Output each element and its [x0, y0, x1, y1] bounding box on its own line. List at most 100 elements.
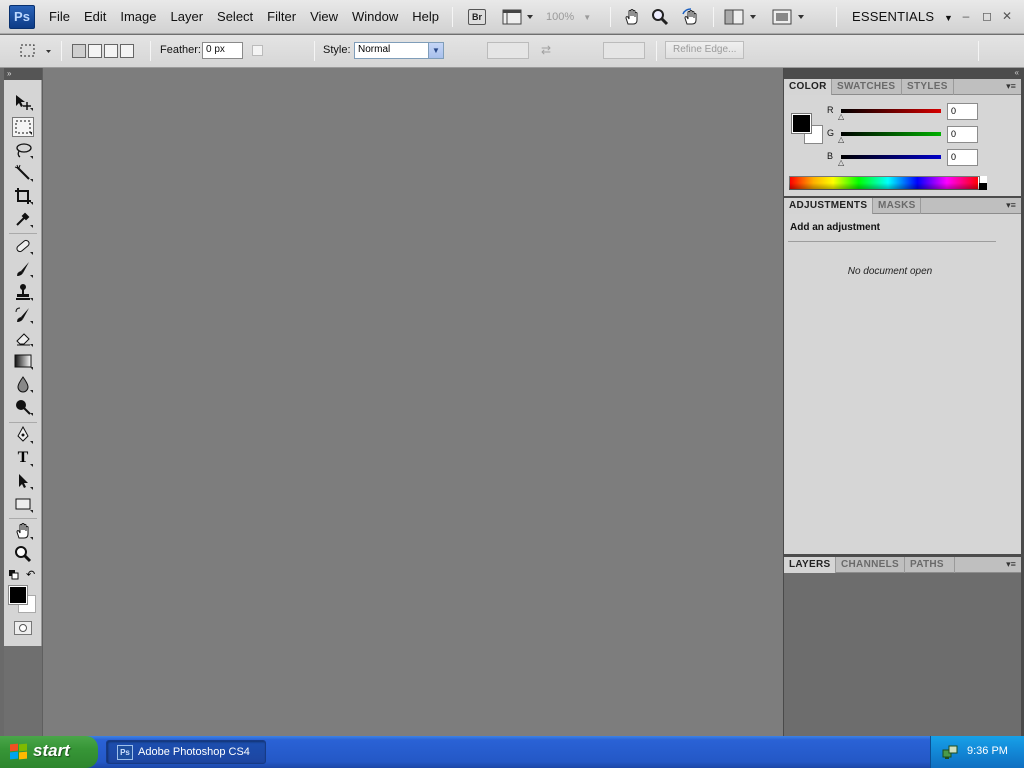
- slider-thumb-icon[interactable]: △: [838, 158, 844, 167]
- arrange-documents-button[interactable]: [724, 7, 760, 27]
- zoom-tool[interactable]: [12, 544, 34, 564]
- panel-dock-header[interactable]: «: [784, 68, 1024, 79]
- refine-edge-button[interactable]: Refine Edge...: [665, 41, 745, 59]
- menu-layer[interactable]: Layer: [164, 6, 211, 28]
- eraser-tool[interactable]: [12, 328, 34, 348]
- document-canvas-area[interactable]: [42, 68, 783, 736]
- blue-channel-input[interactable]: 0: [947, 149, 978, 166]
- tab-layers[interactable]: LAYERS: [784, 557, 836, 573]
- green-channel-input[interactable]: 0: [947, 126, 978, 143]
- default-colors-icon[interactable]: [9, 570, 19, 580]
- add-to-selection-icon[interactable]: [88, 44, 102, 58]
- crop-tool[interactable]: [12, 186, 34, 206]
- style-select[interactable]: Normal ▼: [354, 42, 444, 59]
- history-brush-tool[interactable]: [12, 305, 34, 325]
- restore-button[interactable]: ◻: [980, 9, 994, 23]
- slider-thumb-icon[interactable]: △: [838, 135, 844, 144]
- menu-window[interactable]: Window: [345, 6, 405, 28]
- marquee-preset-icon: [20, 44, 51, 57]
- menu-select[interactable]: Select: [210, 6, 260, 28]
- red-channel-slider[interactable]: [841, 109, 941, 113]
- zoom-tool-button[interactable]: [650, 7, 670, 27]
- photoshop-logo[interactable]: Ps: [9, 5, 35, 29]
- collapse-panels-icon[interactable]: «: [1015, 68, 1019, 77]
- swap-colors-icon[interactable]: ↶: [26, 568, 35, 581]
- foreground-color-swatch[interactable]: [791, 113, 812, 134]
- right-panel-dock: « COLOR SWATCHES STYLES ▾≡ R △ 0 G △ 0 B…: [783, 68, 1024, 736]
- start-button[interactable]: start: [0, 736, 98, 768]
- close-button[interactable]: ✕: [1000, 9, 1014, 23]
- path-selection-tool[interactable]: [12, 471, 34, 491]
- eraser-icon: [16, 333, 30, 346]
- launch-bridge-button[interactable]: Br: [467, 7, 487, 27]
- network-icon[interactable]: [942, 744, 958, 760]
- eyedropper-tool[interactable]: [12, 209, 34, 229]
- quick-mask-icon: [19, 624, 27, 632]
- separator: [452, 7, 453, 27]
- subtract-from-selection-icon[interactable]: [104, 44, 118, 58]
- tab-adjustments[interactable]: ADJUSTMENTS: [784, 198, 873, 214]
- panel-menu-icon[interactable]: ▾≡: [1003, 81, 1019, 92]
- tab-color[interactable]: COLOR: [784, 79, 832, 95]
- width-input[interactable]: [487, 42, 529, 59]
- start-label: start: [33, 741, 70, 760]
- tab-swatches[interactable]: SWATCHES: [832, 79, 902, 95]
- dodge-tool[interactable]: [12, 397, 34, 417]
- blue-channel-slider[interactable]: [841, 155, 941, 159]
- tab-masks[interactable]: MASKS: [873, 198, 921, 214]
- red-channel-input[interactable]: 0: [947, 103, 978, 120]
- gradient-tool[interactable]: [12, 351, 34, 371]
- green-channel-slider[interactable]: [841, 132, 941, 136]
- menu-edit[interactable]: Edit: [77, 6, 113, 28]
- brush-tool[interactable]: [12, 259, 34, 279]
- intersect-selection-icon[interactable]: [120, 44, 134, 58]
- feather-input[interactable]: 0 px: [202, 42, 243, 59]
- crop-icon: [15, 188, 31, 204]
- minimize-button[interactable]: –: [959, 9, 973, 23]
- type-tool[interactable]: T: [12, 448, 34, 468]
- tab-paths[interactable]: PATHS: [905, 557, 955, 573]
- height-input[interactable]: [603, 42, 645, 59]
- menu-view[interactable]: View: [303, 6, 345, 28]
- tab-styles[interactable]: STYLES: [902, 79, 954, 95]
- menu-image[interactable]: Image: [113, 6, 163, 28]
- quick-mask-button[interactable]: [14, 621, 32, 635]
- spectrum-black-swatch[interactable]: [979, 183, 987, 190]
- tool-preset-picker[interactable]: [18, 41, 54, 61]
- pen-tool[interactable]: [12, 425, 34, 445]
- workspace-switcher[interactable]: ESSENTIALS ▼: [852, 8, 953, 26]
- brush-icon: [17, 262, 29, 276]
- tools-collapse-button[interactable]: »: [4, 68, 42, 80]
- panel-menu-icon[interactable]: ▾≡: [1003, 200, 1019, 211]
- bandage-icon: [16, 239, 30, 253]
- tools-divider: [9, 518, 37, 519]
- rotate-hand-icon: [682, 8, 697, 25]
- foreground-color-swatch[interactable]: [8, 585, 28, 605]
- blur-tool[interactable]: [12, 374, 34, 394]
- menu-file[interactable]: File: [42, 6, 77, 28]
- view-extras-button[interactable]: [501, 7, 537, 27]
- swap-arrows-icon[interactable]: ⇄: [541, 43, 551, 57]
- hand-tool-button[interactable]: [622, 7, 642, 27]
- taskbar-item-photoshop[interactable]: Ps Adobe Photoshop CS4: [106, 740, 266, 764]
- panel-menu-icon[interactable]: ▾≡: [1003, 559, 1019, 570]
- spot-healing-brush-tool[interactable]: [12, 236, 34, 256]
- menu-help[interactable]: Help: [405, 6, 446, 28]
- quick-selection-tool[interactable]: [12, 163, 34, 183]
- rotate-view-button[interactable]: [680, 7, 702, 27]
- slider-thumb-icon[interactable]: △: [838, 112, 844, 121]
- lasso-tool[interactable]: [12, 140, 34, 160]
- rectangular-marquee-tool[interactable]: [12, 117, 34, 137]
- clone-stamp-tool[interactable]: [12, 282, 34, 302]
- menu-filter[interactable]: Filter: [260, 6, 303, 28]
- new-selection-icon[interactable]: [72, 44, 86, 58]
- hand-tool[interactable]: [12, 521, 34, 541]
- screen-mode-button[interactable]: [772, 7, 808, 27]
- anti-alias-checkbox[interactable]: [252, 45, 263, 56]
- rectangle-tool[interactable]: [12, 494, 34, 514]
- tab-channels[interactable]: CHANNELS: [836, 557, 905, 573]
- spectrum-white-swatch[interactable]: [979, 176, 987, 183]
- zoom-level-dropdown[interactable]: 100% ▼: [546, 9, 600, 25]
- move-tool[interactable]: [12, 92, 34, 112]
- menu-bar: File Edit Image Layer Select Filter View…: [42, 0, 446, 34]
